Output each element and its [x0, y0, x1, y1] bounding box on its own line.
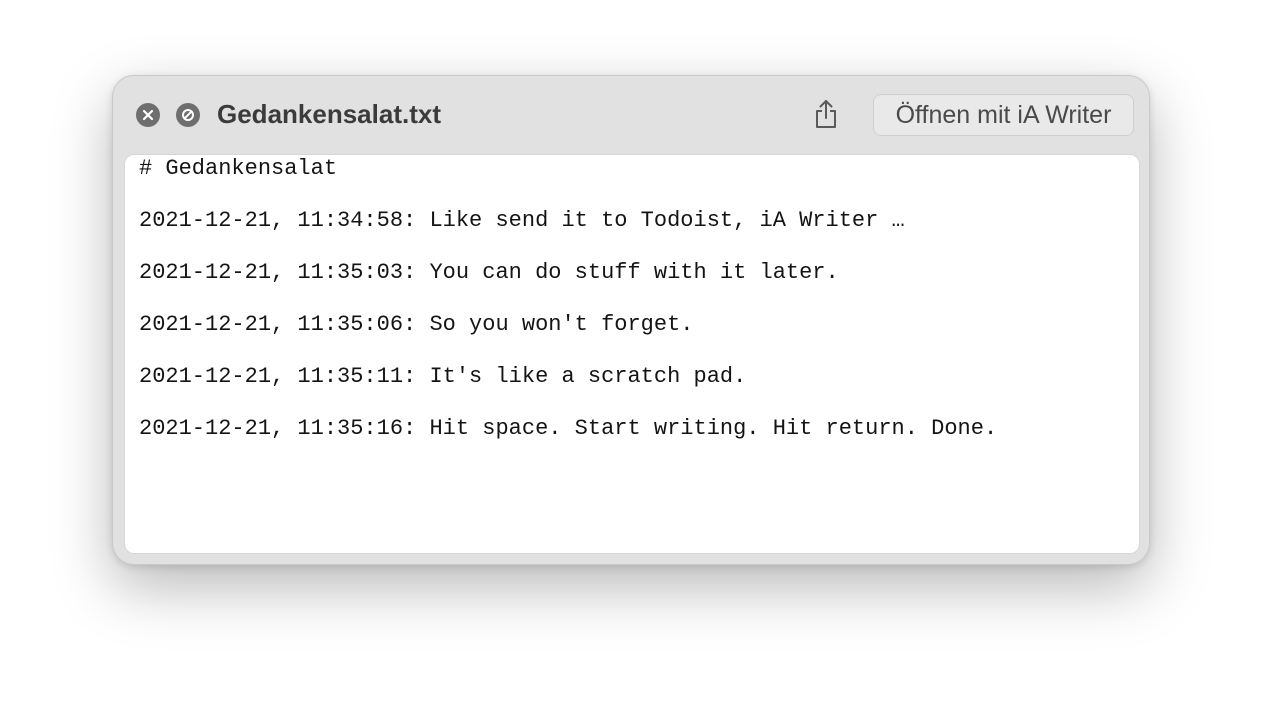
document-line: 2021-12-21, 11:35:03: You can do stuff w… — [139, 260, 839, 285]
document-line: 2021-12-21, 11:35:06: So you won't forge… — [139, 312, 694, 337]
title-bar: Gedankensalat.txt Öffnen mit iA Writer — [113, 76, 1149, 154]
document-line: 2021-12-21, 11:35:11: It's like a scratc… — [139, 364, 747, 389]
document-line: 2021-12-21, 11:34:58: Like send it to To… — [139, 208, 905, 233]
close-icon[interactable] — [136, 103, 160, 127]
window-title: Gedankensalat.txt — [217, 99, 441, 129]
disable-icon[interactable] — [176, 103, 200, 127]
document-heading: # Gedankensalat — [139, 156, 338, 181]
share-icon[interactable] — [809, 94, 843, 134]
quicklook-window: Gedankensalat.txt Öffnen mit iA Writer #… — [112, 75, 1150, 565]
document-preview[interactable]: # Gedankensalat 2021-12-21, 11:34:58: Li… — [124, 154, 1140, 554]
open-with-ia-writer-button[interactable]: Öffnen mit iA Writer — [873, 94, 1134, 136]
document-line: 2021-12-21, 11:35:16: Hit space. Start w… — [139, 416, 998, 441]
